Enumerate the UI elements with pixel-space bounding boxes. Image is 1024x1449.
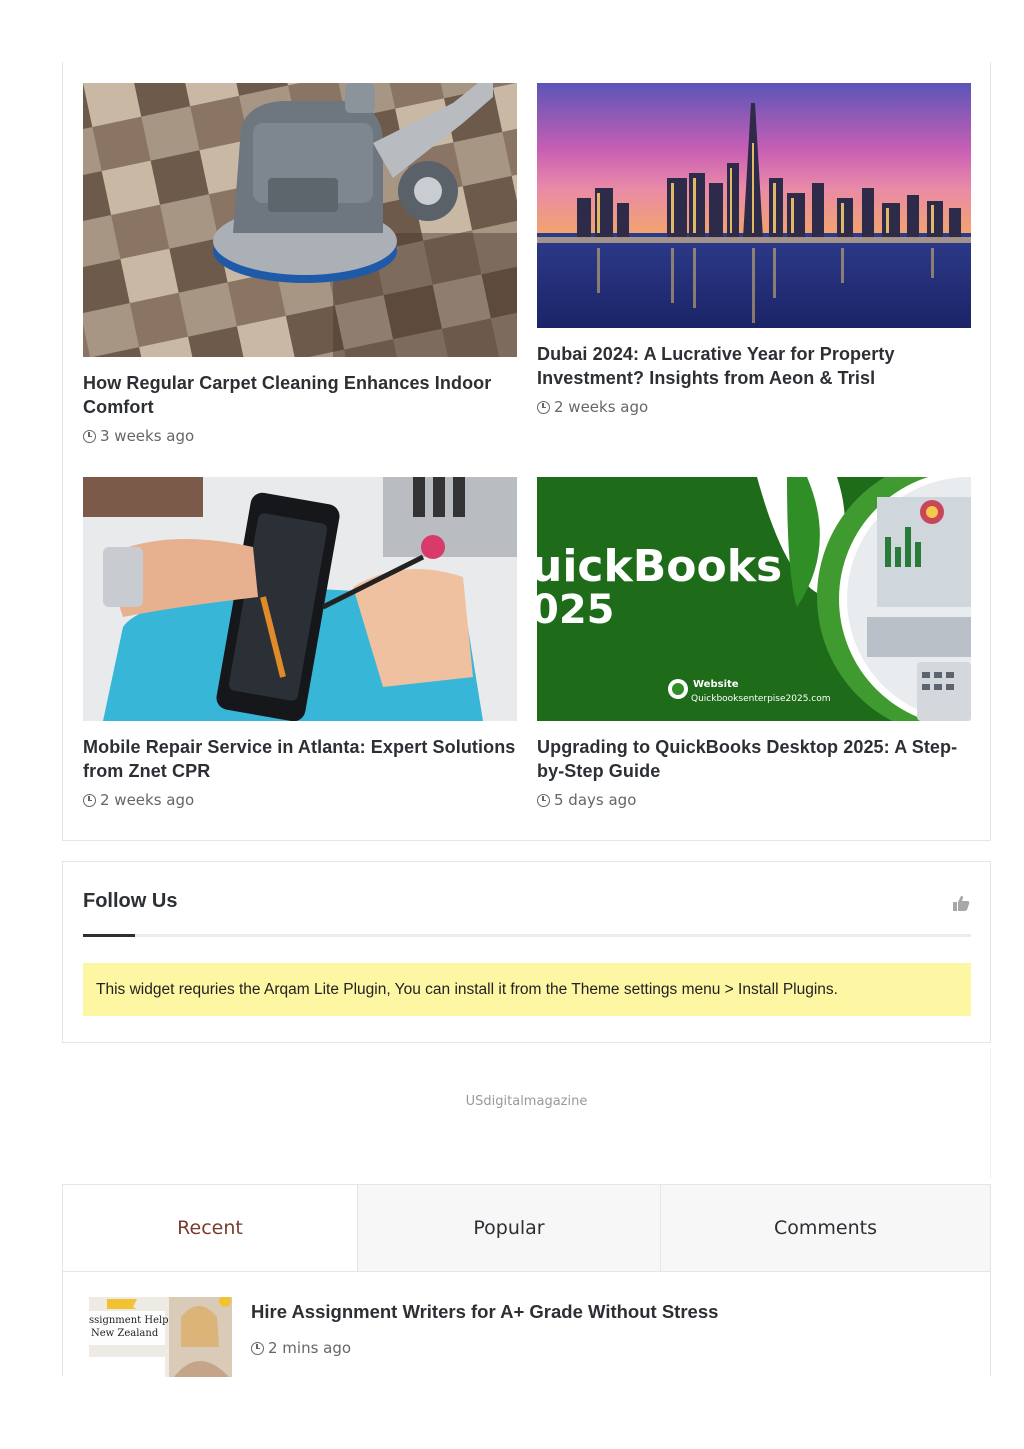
post-meta: 2 weeks ago: [537, 398, 971, 416]
clock-icon: [537, 400, 550, 414]
quickbooks-banner-line1: uickBooks: [537, 541, 782, 592]
recent-post-title-link[interactable]: Hire Assignment Writers for A+ Grade Wit…: [251, 1301, 718, 1323]
widget-title: Follow Us: [83, 890, 178, 912]
post-thumbnail-dubai-skyline[interactable]: [537, 83, 971, 328]
post-card: Dubai 2024: A Lucrative Year for Propert…: [537, 83, 971, 416]
thumbs-up-icon: [953, 895, 970, 911]
clock-icon: [251, 1341, 264, 1355]
recent-post-time: 2 mins ago: [268, 1339, 352, 1357]
post-time: 2 weeks ago: [554, 398, 649, 416]
quickbooks-banner-website-url: Quickbooksenterpise2025.com: [691, 694, 831, 704]
post-time: 3 weeks ago: [100, 427, 195, 445]
tab-comments[interactable]: Comments: [661, 1185, 990, 1271]
post-thumbnail-carpet-cleaning[interactable]: [83, 83, 517, 357]
post-title-link[interactable]: Mobile Repair Service in Atlanta: Expert…: [83, 735, 517, 783]
quickbooks-banner-website-label: Website: [693, 679, 739, 690]
quickbooks-banner-line2: 025: [537, 587, 615, 633]
recent-thumb-text-2: New Zealand: [91, 1328, 159, 1339]
follow-us-widget: Follow Us This widget requries the Arqam…: [62, 861, 991, 1043]
tabs-nav: Recent Popular Comments: [63, 1185, 990, 1272]
post-title-link[interactable]: Upgrading to QuickBooks Desktop 2025: A …: [537, 735, 971, 783]
recent-thumb-text-1: ssignment Help: [89, 1315, 169, 1326]
post-thumbnail-phone-repair[interactable]: [83, 477, 517, 721]
ad-text[interactable]: USdigitalmagazine: [62, 1094, 991, 1109]
tab-popular[interactable]: Popular: [358, 1185, 661, 1271]
recent-post-thumbnail[interactable]: ssignment Help New Zealand: [89, 1297, 232, 1377]
recent-post-meta: 2 mins ago: [251, 1339, 351, 1357]
plugin-notice: This widget requries the Arqam Lite Plug…: [83, 963, 971, 1016]
post-time: 5 days ago: [554, 791, 637, 809]
widget-title-accent: [83, 934, 135, 937]
post-time: 2 weeks ago: [100, 791, 195, 809]
post-meta: 2 weeks ago: [83, 791, 517, 809]
post-title-link[interactable]: Dubai 2024: A Lucrative Year for Propert…: [537, 342, 971, 390]
clock-icon: [537, 793, 550, 807]
post-meta: 3 weeks ago: [83, 427, 517, 445]
posts-grid: How Regular Carpet Cleaning Enhances Ind…: [62, 62, 991, 841]
post-thumbnail-quickbooks[interactable]: uickBooks 025 Website Quickbooksenterpis…: [537, 477, 971, 721]
recent-post-item: ssignment Help New Zealand Hire Assignme…: [89, 1297, 969, 1377]
ad-area: USdigitalmagazine: [62, 1048, 991, 1178]
post-card: How Regular Carpet Cleaning Enhances Ind…: [83, 83, 517, 445]
tab-recent[interactable]: Recent: [63, 1185, 358, 1271]
post-title-link[interactable]: How Regular Carpet Cleaning Enhances Ind…: [83, 371, 517, 419]
clock-icon: [83, 429, 96, 443]
post-card: uickBooks 025 Website Quickbooksenterpis…: [537, 477, 971, 809]
post-card: Mobile Repair Service in Atlanta: Expert…: [83, 477, 517, 809]
tabs-widget: Recent Popular Comments ssignment Help N…: [62, 1184, 991, 1377]
post-meta: 5 days ago: [537, 791, 971, 809]
clock-icon: [83, 793, 96, 807]
widget-title-divider: [83, 934, 971, 937]
